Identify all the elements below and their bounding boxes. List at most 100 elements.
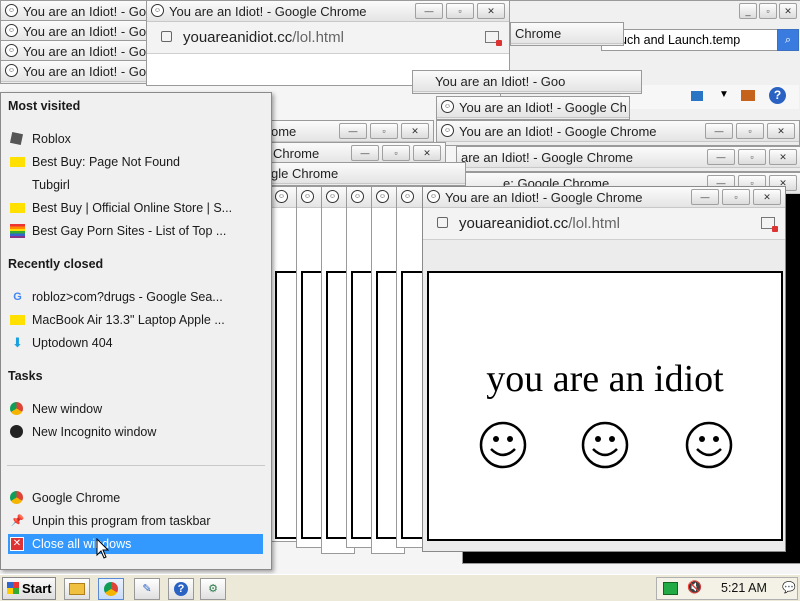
close-button[interactable]: ✕ <box>753 189 781 205</box>
address-bar[interactable]: youareanidiot.cc/lol.html <box>423 208 785 240</box>
minimize-button[interactable]: _ <box>739 3 757 19</box>
close-button[interactable]: ✕ <box>779 3 797 19</box>
chrome-window-cascade-7[interactable]: ome — ▫ ✕ <box>268 120 434 144</box>
jump-item-new-window[interactable]: New window <box>8 399 263 419</box>
window-titlebar[interactable]: Chrome <box>511 23 623 44</box>
jump-item-uptodown[interactable]: ⬇ Uptodown 404 <box>8 333 263 353</box>
window-controls: — ▫ ✕ <box>691 189 781 205</box>
chrome-window-foreground[interactable]: ☺ You are an Idiot! - Google Chrome — ▫ … <box>422 186 786 552</box>
show-desktop-icon[interactable]: 💬 <box>782 581 796 594</box>
taskbar-jump-list: Most visited Roblox Best Buy: Page Not F… <box>0 92 272 570</box>
maximize-button[interactable]: ▫ <box>759 3 777 19</box>
window-titlebar[interactable]: ☺ You are an Idiot! - Google Chrome — ▫ … <box>423 187 785 208</box>
chrome-window-cascade-9[interactable]: gle Chrome <box>268 162 466 186</box>
chrome-window-cascade-3[interactable]: ☺ You are an Idiot! - Google Ch <box>436 96 630 120</box>
network-icon[interactable] <box>663 582 678 595</box>
chrome-window-cascade-5[interactable]: are an Idiot! - Google Chrome — ▫ ✕ <box>456 146 800 172</box>
help-icon: ? <box>174 582 188 597</box>
jump-item-close-all-windows[interactable]: ✕ Close all windows <box>8 534 263 554</box>
window-titlebar[interactable]: are an Idiot! - Google Chrome — ▫ ✕ <box>457 147 800 168</box>
minimize-button[interactable]: — <box>707 149 735 165</box>
minimize-button[interactable]: — <box>415 3 443 19</box>
tasks-header: Tasks <box>8 369 43 383</box>
google-icon: G <box>13 291 22 303</box>
recently-closed-header: Recently closed <box>8 257 104 271</box>
jump-item-roblox[interactable]: Roblox <box>8 129 263 149</box>
window-controls: — ▫ ✕ <box>351 145 441 161</box>
clock[interactable]: 5:21 AM <box>721 581 767 595</box>
jump-item-rainbow-site[interactable]: Best Gay Porn Sites - List of Top ... <box>8 221 263 241</box>
maximize-button[interactable]: ▫ <box>382 145 410 161</box>
book-icon[interactable] <box>741 90 755 101</box>
jump-item-tubgirl[interactable]: Tubgirl <box>8 175 263 195</box>
smiley-icon: ☺ <box>441 100 454 113</box>
window-controls: — ▫ ✕ <box>339 123 429 139</box>
maximize-button[interactable]: ▫ <box>446 3 474 19</box>
minimize-button[interactable]: — <box>339 123 367 139</box>
window-titlebar[interactable]: ☺ You are an Idiot! - Goo <box>1 41 161 62</box>
window-titlebar[interactable]: You are an Idiot! - Goo <box>413 71 641 92</box>
window-titlebar[interactable]: ☺ You are an Idiot! - Goo <box>1 61 161 82</box>
taskbar-folder-button[interactable] <box>64 578 90 600</box>
taskbar-tools-button[interactable]: ⚙ <box>200 578 226 600</box>
jump-item-google-chrome[interactable]: Google Chrome <box>8 488 263 508</box>
most-visited-header: Most visited <box>8 99 81 113</box>
smiley-icon: ☺ <box>151 4 164 17</box>
minimize-button[interactable]: — <box>691 189 719 205</box>
window-titlebar[interactable]: ☺ You are an Idiot! - Goo <box>1 1 161 22</box>
blocked-popup-icon[interactable] <box>761 217 778 232</box>
chrome-icon <box>10 491 23 504</box>
jump-item-google-search[interactable]: G robloz>com?drugs - Google Sea... <box>8 287 263 307</box>
close-button[interactable]: ✕ <box>401 123 429 139</box>
jump-item-bestbuy-store[interactable]: Best Buy | Official Online Store | S... <box>8 198 263 218</box>
window-titlebar[interactable]: ome — ▫ ✕ <box>269 121 433 142</box>
taskbar-app-button[interactable]: ✎ <box>134 578 160 600</box>
window-titlebar[interactable]: ☺ You are an Idiot! - Google Chrome — ▫ … <box>147 1 509 22</box>
jump-item-unpin[interactable]: 📌 Unpin this program from taskbar <box>8 511 263 531</box>
maximize-button[interactable]: ▫ <box>736 123 764 139</box>
close-button[interactable]: ✕ <box>477 3 505 19</box>
url-text[interactable]: youareanidiot.cc/lol.html <box>459 215 620 232</box>
taskbar-help-button[interactable]: ? <box>168 578 194 600</box>
taskbar-chrome-button[interactable] <box>98 578 124 600</box>
chrome-window-cascade-4[interactable]: ☺ You are an Idiot! - Google Chrome — ▫ … <box>436 120 800 146</box>
window-titlebar[interactable]: gle Chrome <box>269 163 465 184</box>
background-app-field[interactable]: uch and Launch.temp <box>601 29 793 51</box>
jump-item-new-incognito[interactable]: New Incognito window <box>8 422 263 442</box>
smiley-icon: ☺ <box>5 24 18 37</box>
minimize-button[interactable]: — <box>705 123 733 139</box>
rainbow-flag-icon <box>10 224 25 238</box>
chevron-down-icon[interactable]: ▼ <box>719 89 729 100</box>
help-icon[interactable]: ? <box>769 87 786 104</box>
url-text[interactable]: youareanidiot.cc/lol.html <box>183 29 344 46</box>
close-button[interactable]: ✕ <box>769 149 797 165</box>
smiley-face-icon <box>685 421 733 469</box>
window-titlebar[interactable]: ☺ You are an Idiot! - Goo <box>1 21 161 42</box>
minimize-button[interactable]: — <box>351 145 379 161</box>
chrome-window-stack-4[interactable]: ☺ You are an Idiot! - Goo <box>0 60 162 84</box>
jump-item-macbook[interactable]: MacBook Air 13.3" Laptop Apple ... <box>8 310 263 330</box>
smiley-icon: ☺ <box>351 190 364 203</box>
chrome-icon <box>104 582 118 597</box>
search-go-button[interactable]: ⌕ <box>777 29 799 51</box>
maximize-button[interactable]: ▫ <box>738 149 766 165</box>
chrome-window-cascade-2[interactable]: You are an Idiot! - Goo <box>412 70 642 94</box>
smiley-icon: ☺ <box>401 190 414 203</box>
close-button[interactable]: ✕ <box>413 145 441 161</box>
volume-muted-icon[interactable]: 🔇 <box>687 580 702 594</box>
monitor-icon[interactable] <box>691 91 703 101</box>
maximize-button[interactable]: ▫ <box>370 123 398 139</box>
window-titlebar[interactable]: ☺ You are an Idiot! - Google Ch <box>437 97 629 118</box>
blocked-popup-icon[interactable] <box>485 31 502 46</box>
smiley-icon: ☺ <box>301 190 314 203</box>
chrome-window-cascade-1[interactable]: Chrome <box>510 22 624 46</box>
smiley-icon: ☺ <box>275 190 288 203</box>
maximize-button[interactable]: ▫ <box>722 189 750 205</box>
jump-item-bestbuy-404[interactable]: Best Buy: Page Not Found <box>8 152 263 172</box>
address-bar[interactable]: youareanidiot.cc/lol.html <box>147 22 509 54</box>
window-titlebar[interactable]: Chrome — ▫ ✕ <box>269 143 445 164</box>
window-titlebar[interactable]: ☺ You are an Idiot! - Google Chrome — ▫ … <box>437 121 799 142</box>
start-button[interactable]: Start <box>2 577 56 600</box>
close-button[interactable]: ✕ <box>767 123 795 139</box>
system-tray: 🔇 5:21 AM <box>656 577 798 600</box>
